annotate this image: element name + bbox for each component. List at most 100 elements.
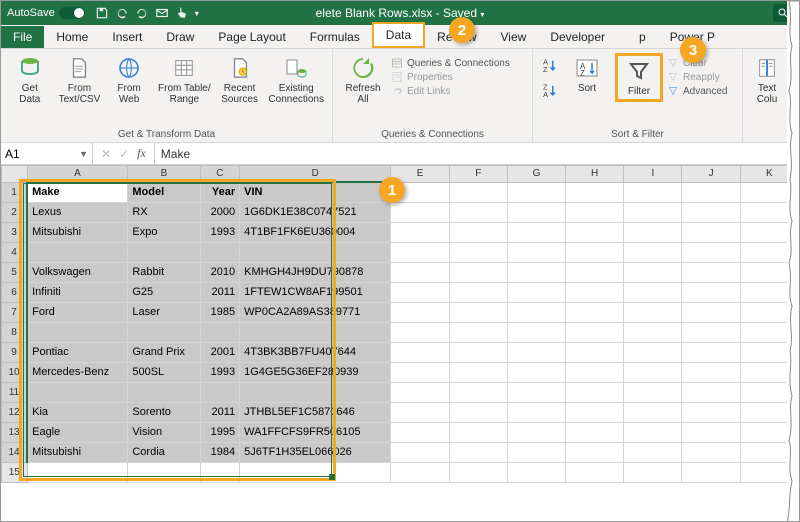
tab-fragment[interactable]: p [617, 26, 658, 48]
cell-J7[interactable] [682, 302, 740, 322]
cell-J1[interactable] [682, 182, 740, 202]
row-header-7[interactable]: 7 [2, 302, 28, 322]
cell-E14[interactable] [391, 442, 449, 462]
cell-F5[interactable] [449, 262, 507, 282]
cell-F4[interactable] [449, 242, 507, 262]
cell-A9[interactable]: Pontiac [27, 342, 128, 362]
cell-G12[interactable] [507, 402, 565, 422]
cell-D15[interactable] [240, 462, 391, 482]
col-header-G[interactable]: G [507, 166, 565, 183]
col-header-A[interactable]: A [27, 166, 128, 183]
cell-C10[interactable]: 1993 [200, 362, 240, 382]
get-data-button[interactable]: Get Data [7, 53, 53, 107]
sort-button[interactable]: AZSort [563, 53, 611, 96]
cell-A8[interactable] [27, 322, 128, 342]
cell-C5[interactable]: 2010 [200, 262, 240, 282]
cell-H10[interactable] [566, 362, 624, 382]
cell-D9[interactable]: 4T3BK3BB7FU407644 [240, 342, 391, 362]
cell-A5[interactable]: Volkswagen [27, 262, 128, 282]
row-header-1[interactable]: 1 [2, 182, 28, 202]
cell-C8[interactable] [200, 322, 240, 342]
enter-icon[interactable]: ✓ [119, 147, 129, 161]
cell-B8[interactable] [128, 322, 200, 342]
cell-J13[interactable] [682, 422, 740, 442]
cell-B12[interactable]: Sorento [128, 402, 200, 422]
cell-F12[interactable] [449, 402, 507, 422]
cell-B1[interactable]: Model [128, 182, 200, 202]
cell-G2[interactable] [507, 202, 565, 222]
tab-home[interactable]: Home [44, 26, 100, 48]
cell-I8[interactable] [624, 322, 682, 342]
cell-B6[interactable]: G25 [128, 282, 200, 302]
cell-G4[interactable] [507, 242, 565, 262]
cell-J4[interactable] [682, 242, 740, 262]
cell-D14[interactable]: 5J6TF1H35EL066026 [240, 442, 391, 462]
cell-F1[interactable] [449, 182, 507, 202]
cell-C12[interactable]: 2011 [200, 402, 240, 422]
col-header-B[interactable]: B [128, 166, 200, 183]
tab-formulas[interactable]: Formulas [298, 26, 372, 48]
sort-desc-button[interactable]: ZA [539, 82, 559, 105]
col-header-D[interactable]: D [240, 166, 391, 183]
text-to-columns-button[interactable]: Text Colu [749, 53, 785, 107]
cell-D13[interactable]: WA1FFCFS9FR506105 [240, 422, 391, 442]
tab-developer[interactable]: Developer [538, 26, 617, 48]
cell-E11[interactable] [391, 382, 449, 402]
cell-F3[interactable] [449, 222, 507, 242]
cell-C2[interactable]: 2000 [200, 202, 240, 222]
cell-H6[interactable] [566, 282, 624, 302]
cell-G6[interactable] [507, 282, 565, 302]
cell-C7[interactable]: 1985 [200, 302, 240, 322]
tab-view[interactable]: View [489, 26, 539, 48]
cell-J8[interactable] [682, 322, 740, 342]
cell-J11[interactable] [682, 382, 740, 402]
cell-J5[interactable] [682, 262, 740, 282]
cell-G9[interactable] [507, 342, 565, 362]
cell-C15[interactable] [200, 462, 240, 482]
cell-I13[interactable] [624, 422, 682, 442]
col-header-I[interactable]: I [624, 166, 682, 183]
sort-asc-button[interactable]: AZ [539, 57, 559, 80]
advanced-filter-button[interactable]: Advanced [667, 85, 727, 97]
cell-D8[interactable] [240, 322, 391, 342]
formula-value[interactable]: Make [155, 147, 196, 161]
cell-G5[interactable] [507, 262, 565, 282]
cell-J14[interactable] [682, 442, 740, 462]
cell-C11[interactable] [200, 382, 240, 402]
cell-D2[interactable]: 1G6DK1E38C0747521 [240, 202, 391, 222]
cell-H5[interactable] [566, 262, 624, 282]
fill-handle[interactable] [329, 474, 335, 480]
redo-icon[interactable] [135, 6, 149, 20]
cell-G14[interactable] [507, 442, 565, 462]
cell-B15[interactable] [128, 462, 200, 482]
cell-E13[interactable] [391, 422, 449, 442]
cell-E6[interactable] [391, 282, 449, 302]
from-web-button[interactable]: From Web [106, 53, 152, 107]
tab-draw[interactable]: Draw [154, 26, 206, 48]
cell-I11[interactable] [624, 382, 682, 402]
row-header-15[interactable]: 15 [2, 462, 28, 482]
cell-H12[interactable] [566, 402, 624, 422]
cell-A13[interactable]: Eagle [27, 422, 128, 442]
cell-D7[interactable]: WP0CA2A89AS389771 [240, 302, 391, 322]
row-header-11[interactable]: 11 [2, 382, 28, 402]
cell-A1[interactable]: Make [27, 182, 128, 202]
row-header-8[interactable]: 8 [2, 322, 28, 342]
cell-I12[interactable] [624, 402, 682, 422]
cell-F6[interactable] [449, 282, 507, 302]
cell-I10[interactable] [624, 362, 682, 382]
cell-E3[interactable] [391, 222, 449, 242]
cell-A11[interactable] [27, 382, 128, 402]
cell-H11[interactable] [566, 382, 624, 402]
cell-F10[interactable] [449, 362, 507, 382]
tab-page-layout[interactable]: Page Layout [206, 26, 297, 48]
save-icon[interactable] [95, 6, 109, 20]
cell-C1[interactable]: Year [200, 182, 240, 202]
cell-G13[interactable] [507, 422, 565, 442]
cell-A4[interactable] [27, 242, 128, 262]
cell-B11[interactable] [128, 382, 200, 402]
qat-dropdown-icon[interactable]: ▾ [195, 9, 199, 18]
tab-file[interactable]: File [1, 26, 44, 48]
cell-J3[interactable] [682, 222, 740, 242]
cell-I2[interactable] [624, 202, 682, 222]
